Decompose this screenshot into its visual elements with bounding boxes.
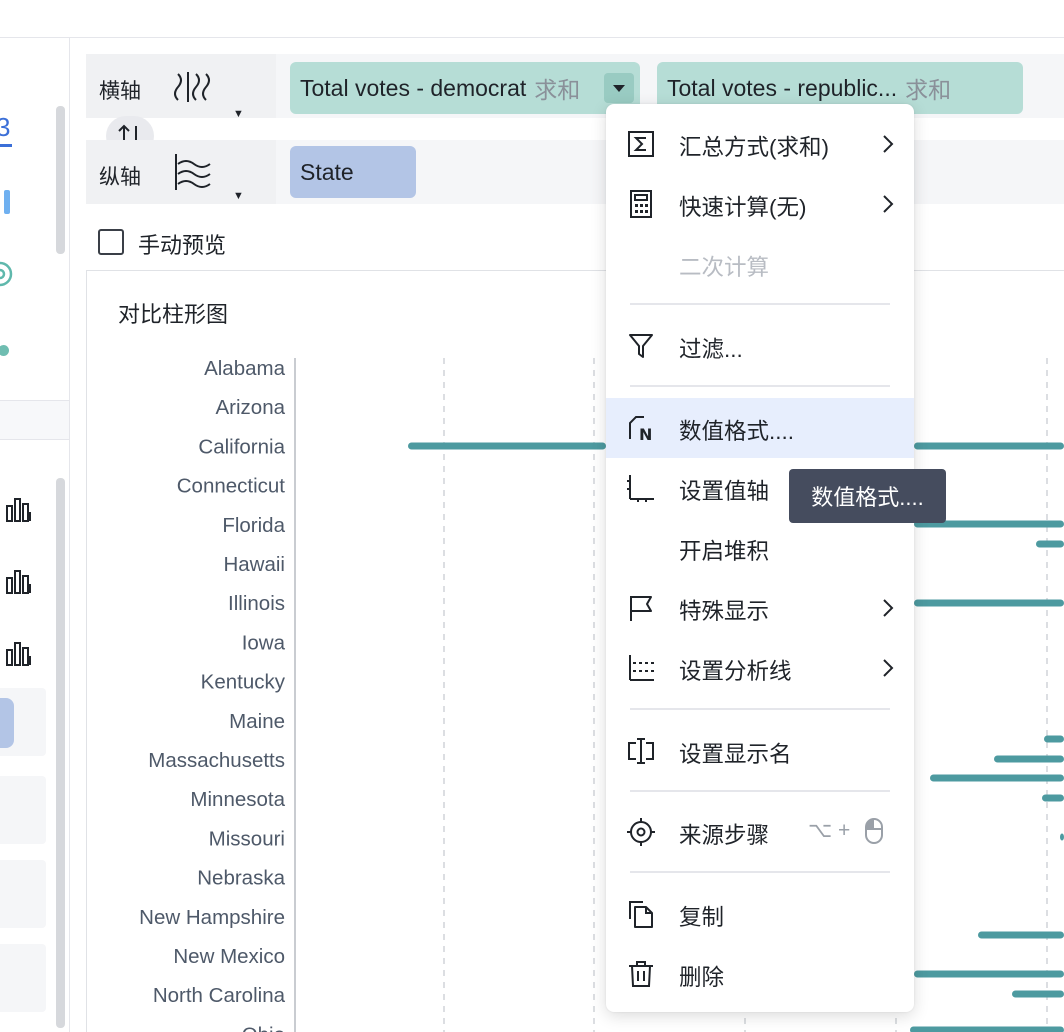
- mouse-icon: [865, 818, 883, 844]
- menu-item-label: 设置值轴: [679, 479, 770, 504]
- bar[interactable]: [1012, 990, 1064, 998]
- menu-item-label: 汇总方式(求和): [679, 135, 829, 160]
- menu-item-label: 删除: [679, 965, 725, 990]
- menu-item-display-name[interactable]: 设置显示名: [606, 721, 914, 781]
- calculator-icon: [630, 190, 652, 218]
- menu-separator: [630, 790, 890, 792]
- category-tick-label: Nebraska: [197, 867, 285, 890]
- svg-text:N: N: [639, 425, 652, 443]
- category-tick-label: Florida: [222, 514, 285, 537]
- bar[interactable]: [1036, 540, 1064, 548]
- analysis-line-icon: [629, 655, 654, 681]
- number-format-icon: N: [629, 416, 652, 443]
- category-tick-label: New Hampshire: [139, 906, 285, 929]
- category-tick-label: Missouri: [209, 827, 285, 850]
- category-tick-label: North Carolina: [153, 984, 286, 1007]
- category-tick-label: Connecticut: [177, 475, 286, 498]
- category-tick-label: Kentucky: [201, 671, 286, 694]
- flag-icon: [630, 596, 652, 621]
- chevron-right-icon: [883, 195, 894, 213]
- category-tick-label: California: [198, 435, 285, 458]
- chevron-right-icon: [883, 599, 894, 617]
- menu-separator: [630, 385, 890, 387]
- bar[interactable]: [914, 599, 1064, 607]
- menu-separator: [630, 303, 890, 305]
- menu-item-label: 开启堆积: [679, 539, 770, 564]
- menu-item-label: 复制: [679, 905, 725, 930]
- category-tick-label: Ohio: [242, 1023, 285, 1032]
- menu-item-filter[interactable]: 过滤...: [606, 316, 914, 376]
- menu-separator: [630, 708, 890, 710]
- category-tick-label: Alabama: [204, 357, 286, 380]
- crosshair-icon: [627, 818, 655, 846]
- menu-item-analysis-line[interactable]: 设置分析线: [606, 638, 914, 698]
- bar[interactable]: [978, 931, 1064, 939]
- menu-item-number-format[interactable]: N 数值格式....: [606, 398, 914, 458]
- category-tick-label: Illinois: [228, 592, 285, 615]
- bar[interactable]: [914, 442, 1064, 450]
- category-tick-label: Hawaii: [223, 553, 285, 576]
- chevron-right-icon: [883, 659, 894, 677]
- bar[interactable]: [1060, 833, 1064, 841]
- bar[interactable]: [994, 755, 1064, 763]
- menu-item-label: 数值格式....: [679, 419, 795, 444]
- menu-separator: [630, 871, 890, 873]
- copy-icon: [629, 901, 653, 928]
- bar[interactable]: [914, 970, 1064, 978]
- category-tick-label: Arizona: [215, 396, 285, 419]
- chevron-right-icon: [883, 135, 894, 153]
- category-tick-label: New Mexico: [173, 945, 285, 968]
- menu-item-quick-calc[interactable]: 快速计算(无): [606, 174, 914, 234]
- tooltip-text: 数值格式....: [811, 485, 924, 510]
- rename-icon: [628, 738, 654, 764]
- menu-item-delete[interactable]: 删除: [606, 944, 914, 1004]
- menu-item-stack[interactable]: 开启堆积: [606, 518, 914, 578]
- menu-item-label: 快速计算(无): [679, 195, 807, 220]
- menu-item-label: 来源步骤: [679, 823, 770, 848]
- menu-item-aggregation[interactable]: 汇总方式(求和): [606, 114, 914, 174]
- menu-item-label: 二次计算: [679, 255, 770, 280]
- menu-item-label: 过滤...: [679, 337, 743, 362]
- context-menu: 汇总方式(求和) 快速计算(无) 二次计算 过滤... N 数值格式.... 设…: [606, 104, 914, 1012]
- category-tick-label: Iowa: [242, 631, 286, 654]
- bar[interactable]: [1042, 794, 1064, 802]
- menu-item-label: 设置分析线: [679, 659, 792, 684]
- bar[interactable]: [930, 774, 1064, 782]
- filter-icon: [629, 334, 653, 358]
- tooltip: 数值格式....: [789, 469, 946, 523]
- menu-item-copy[interactable]: 复制: [606, 884, 914, 944]
- category-tick-label: Maine: [229, 710, 285, 733]
- axis-icon: [627, 475, 654, 502]
- shortcut-hint: ⌥ +: [808, 819, 851, 842]
- menu-item-label: 设置显示名: [679, 742, 792, 767]
- menu-item-special-display[interactable]: 特殊显示: [606, 578, 914, 638]
- sigma-icon: [628, 131, 654, 157]
- bar[interactable]: [910, 1026, 1064, 1032]
- category-tick-label: Minnesota: [190, 788, 285, 811]
- trash-icon: [629, 961, 653, 987]
- category-tick-label: Massachusetts: [148, 749, 285, 772]
- menu-item-secondary-calc: 二次计算: [606, 234, 914, 294]
- menu-item-source-step[interactable]: 来源步骤 ⌥ +: [606, 802, 914, 862]
- menu-item-label: 特殊显示: [679, 599, 770, 624]
- bar[interactable]: [408, 442, 606, 450]
- bar[interactable]: [1044, 735, 1064, 743]
